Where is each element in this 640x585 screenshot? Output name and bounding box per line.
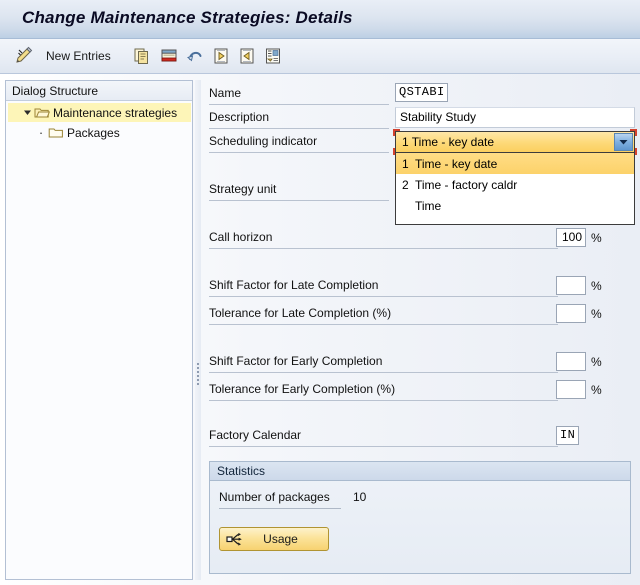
- focus-marker: [630, 129, 637, 136]
- name-input[interactable]: QSTABI: [395, 83, 448, 102]
- dialog-structure-header: Dialog Structure: [6, 81, 192, 101]
- new-entries-label: New Entries: [46, 49, 111, 63]
- sidebar-item-maintenance-strategies[interactable]: Maintenance strategies: [8, 103, 191, 122]
- factory-calendar-label: Factory Calendar: [209, 428, 302, 442]
- factory-calendar-input[interactable]: IN: [556, 426, 579, 445]
- shift-factor-early-label: Shift Factor for Early Completion: [209, 354, 383, 368]
- dropdown-option-key: 1: [402, 156, 409, 171]
- shift-factor-early-input[interactable]: [556, 352, 586, 371]
- dropdown-option-key: 2: [402, 177, 409, 192]
- next-entry-button[interactable]: [238, 45, 256, 67]
- dialog-structure-title: Dialog Structure: [12, 83, 99, 98]
- dropdown-option-1[interactable]: 1 Time - key date: [396, 153, 634, 174]
- description-label: Description: [209, 110, 270, 124]
- usage-button[interactable]: Usage: [219, 527, 329, 551]
- copy-entry-button[interactable]: [133, 45, 151, 67]
- copy-icon: [133, 47, 151, 65]
- tolerance-early-input[interactable]: [556, 380, 586, 399]
- shift-factor-late-label: Shift Factor for Late Completion: [209, 278, 379, 292]
- call-horizon-unit: %: [591, 231, 602, 245]
- panel-splitter[interactable]: [195, 80, 201, 580]
- sap-application-window: Change Maintenance Strategies: Details N…: [0, 0, 640, 585]
- name-row-underline: [209, 104, 389, 105]
- dropdown-option-2[interactable]: 2 Time - factory caldr: [396, 174, 634, 195]
- focus-marker: [393, 129, 400, 136]
- tolerance-late-row-underline: [209, 324, 558, 325]
- details-form: Name QSTABI Description Stability Study …: [203, 78, 640, 585]
- shift-factor-late-unit: %: [591, 279, 602, 293]
- scheduling-row-underline: [209, 152, 389, 153]
- name-label: Name: [209, 86, 242, 100]
- tolerance-early-label: Tolerance for Early Completion (%): [209, 382, 396, 396]
- previous-page-icon: [212, 47, 230, 65]
- number-of-packages-value: 10: [353, 490, 367, 504]
- tolerance-late-input[interactable]: [556, 304, 586, 323]
- details-list-icon: [264, 47, 282, 65]
- undo-button[interactable]: [186, 45, 204, 67]
- shift-factor-late-row-underline: [209, 296, 558, 297]
- delete-row-icon: [160, 47, 178, 65]
- splitter-grip[interactable]: [197, 363, 199, 389]
- delete-entry-button[interactable]: [160, 45, 178, 67]
- shift-factor-late-input[interactable]: [556, 276, 586, 295]
- call-horizon-label: Call horizon: [209, 230, 273, 244]
- scheduling-indicator-dropdown-list[interactable]: 1 Time - key date 2 Time - factory caldr…: [395, 153, 635, 225]
- tolerance-early-unit: %: [591, 383, 602, 397]
- usage-network-icon: [226, 532, 243, 547]
- sidebar-item-label: Maintenance strategies: [53, 105, 178, 120]
- scheduling-indicator-value: 1 Time - key date: [402, 135, 495, 149]
- application-toolbar: New Entries: [0, 39, 640, 74]
- scheduling-indicator-label: Scheduling indicator: [209, 134, 318, 148]
- undo-arrow-icon: [186, 47, 204, 65]
- closed-folder-icon: [48, 126, 64, 140]
- dropdown-option-label: Time - key date: [415, 156, 498, 171]
- dialog-structure-panel: Dialog Structure Maintenance strategies …: [5, 80, 193, 580]
- open-folder-icon: [34, 106, 50, 120]
- dropdown-option-3[interactable]: Time: [396, 195, 634, 216]
- bullet-icon: ·: [38, 125, 44, 140]
- statistics-panel: Statistics Number of packages 10 Usage: [209, 461, 631, 574]
- tolerance-early-row-underline: [209, 400, 558, 401]
- edit-button[interactable]: [14, 45, 34, 67]
- tolerance-late-unit: %: [591, 307, 602, 321]
- strategy-unit-label: Strategy unit: [209, 182, 277, 196]
- description-row-underline: [209, 128, 389, 129]
- new-entries-button[interactable]: New Entries: [46, 45, 111, 67]
- description-input[interactable]: Stability Study: [395, 107, 635, 128]
- next-page-icon: [238, 47, 256, 65]
- call-horizon-input[interactable]: 100: [556, 228, 586, 247]
- statistics-header: Statistics: [210, 462, 630, 481]
- sidebar-item-label: Packages: [67, 125, 120, 140]
- scheduling-indicator-combobox[interactable]: 1 Time - key date: [393, 129, 637, 155]
- dropdown-option-label: Time - factory caldr: [415, 177, 518, 192]
- page-title: Change Maintenance Strategies: Details: [22, 8, 353, 27]
- number-of-packages-label: Number of packages: [219, 490, 330, 504]
- factory-calendar-row-underline: [209, 446, 558, 447]
- call-horizon-row-underline: [209, 248, 558, 249]
- expanded-triangle-icon[interactable]: [20, 106, 34, 120]
- shift-factor-early-row-underline: [209, 372, 558, 373]
- number-of-packages-underline: [219, 508, 341, 509]
- statistics-title: Statistics: [217, 464, 266, 478]
- pencil-edit-icon: [14, 46, 34, 66]
- strategy-unit-row-underline: [209, 200, 389, 201]
- window-title-bar: Change Maintenance Strategies: Details: [0, 0, 640, 39]
- usage-button-label: Usage: [263, 532, 298, 546]
- sidebar-item-packages[interactable]: · Packages: [8, 123, 191, 142]
- dropdown-option-label: Time: [415, 198, 442, 213]
- shift-factor-early-unit: %: [591, 355, 602, 369]
- previous-entry-button[interactable]: [212, 45, 230, 67]
- tolerance-late-label: Tolerance for Late Completion (%): [209, 306, 392, 320]
- details-button[interactable]: [264, 45, 282, 67]
